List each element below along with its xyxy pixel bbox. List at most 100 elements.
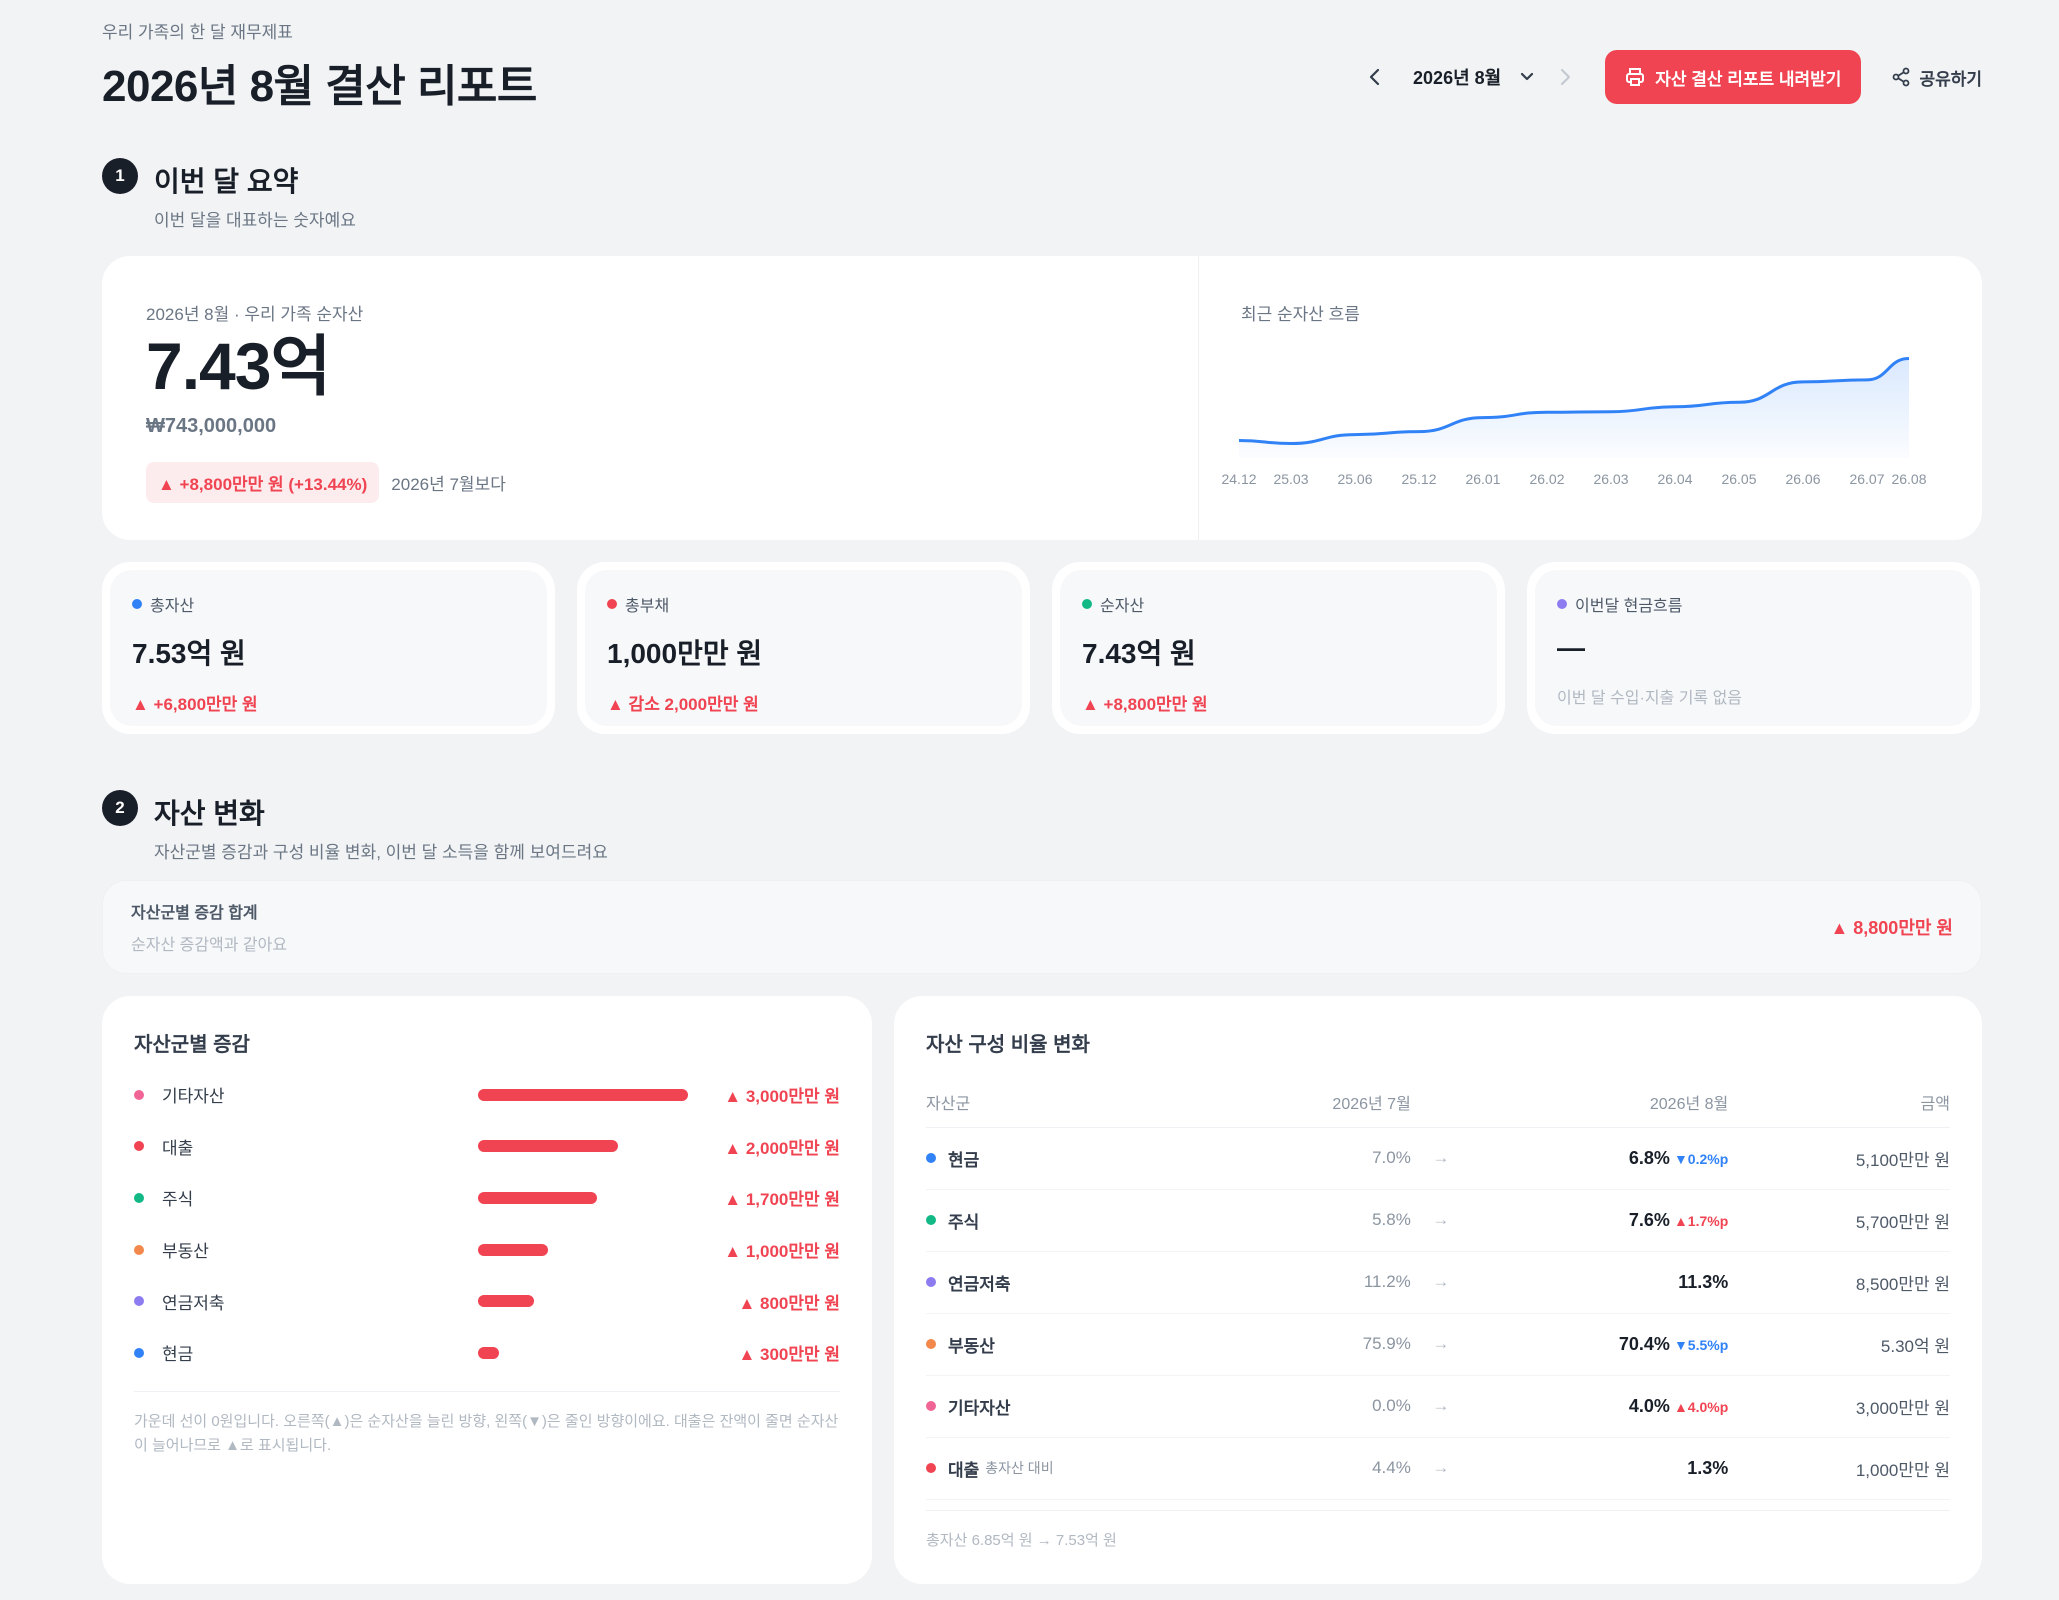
asset-class-label: 대출 <box>162 1138 194 1158</box>
x-tick-label: 26.01 <box>1465 471 1500 487</box>
sparkline-area <box>1239 358 1909 458</box>
kpi-total-liabilities: 총부채 1,000만만 원 ▲ 감소 2,000만만 원 <box>577 562 1030 734</box>
current-ratio: 11.3% <box>1678 1271 1729 1292</box>
kpi-value: 1,000만만 원 <box>607 638 763 669</box>
table-row: 기타자산 0.0% → 4.0% ▲4.0%p 3,000만만 원 <box>926 1375 1950 1438</box>
net-worth-value: 7.43억 <box>146 329 331 403</box>
asset-delta-card: 자산군별 증감 기타자산 ▲ 3,000만만 원 대출 ▲ 2,000만만 원 주식 ▲ … <box>102 996 872 1584</box>
column-header: 금액 <box>1728 1077 1950 1128</box>
legend-dot <box>1557 599 1567 609</box>
column-header: 자산군 <box>926 1077 1227 1128</box>
legend-dot <box>926 1277 936 1287</box>
list-item: 기타자산 ▲ 3,000만만 원 <box>134 1069 840 1121</box>
prev-month-button[interactable] <box>1357 59 1393 95</box>
legend-dot <box>926 1339 936 1349</box>
list-item: 부동산 ▲ 1,000만만 원 <box>134 1224 840 1276</box>
asset-class-label: 기타자산 <box>162 1087 225 1107</box>
x-tick-label: 24.12 <box>1221 471 1256 487</box>
delta-value: ▲ 300만만 원 <box>738 1345 840 1365</box>
delta-value: ▲ 800만만 원 <box>738 1293 840 1313</box>
month-select-label: 2026년 8월 <box>1413 68 1502 88</box>
net-worth-sparkline: 24.12 25.03 25.06 25.12 26.01 26.02 26.03 26.04… <box>1221 356 1927 487</box>
delta-bar-track <box>478 1346 688 1359</box>
share-icon <box>1893 67 1910 87</box>
asset-ratio-card: 자산 구성 비율 변화 자산군 2026년 7월 2026년 8월 금액 현금 7… <box>894 996 1982 1584</box>
delta-total-bar: 자산군별 증감 합계 순자산 증감액과 같아요 ▲ 8,800만만 원 <box>102 880 1982 974</box>
section-number: 2 <box>102 790 138 826</box>
kpi-value: 7.53억 원 <box>132 638 246 669</box>
delta-bar-track <box>478 1140 688 1153</box>
prev-ratio: 75.9% <box>1226 1313 1411 1376</box>
x-tick-label: 26.04 <box>1657 471 1692 487</box>
asset-class-label: 연금저축 <box>162 1293 225 1313</box>
asset-class-label: 현금 <box>162 1345 194 1365</box>
table-header-row: 자산군 2026년 7월 2026년 8월 금액 <box>926 1077 1950 1128</box>
section-summary-heading: 1 이번 달 요약 이번 달을 대표하는 숫자예요 <box>102 158 1982 238</box>
chevron-down-icon <box>1521 72 1534 81</box>
prev-ratio: 0.0% <box>1226 1375 1411 1438</box>
share-label: 공유하기 <box>1919 69 1982 89</box>
summary-card: 2026년 8월 · 우리 가족 순자산 7.43억 ₩743,000,000 … <box>102 256 1982 540</box>
x-tick-label: 26.06 <box>1785 471 1820 487</box>
month-select[interactable]: 2026년 8월 <box>1393 64 1535 90</box>
legend-dot <box>134 1296 144 1307</box>
table-row: 현금 7.0% → 6.8% ▼0.2%p 5,100만만 원 <box>926 1127 1950 1190</box>
delta-value: ▲ 1,700만만 원 <box>724 1190 840 1210</box>
share-button[interactable]: 공유하기 <box>1891 65 1982 90</box>
arrow-right-icon: → <box>1410 1375 1471 1438</box>
x-tick-label: 26.03 <box>1593 471 1628 487</box>
delta-bar <box>478 1140 619 1153</box>
page-header: 우리 가족의 한 달 재무제표 2026년 8월 결산 리포트 2026년 8월… <box>102 0 1982 140</box>
legend-dot <box>132 599 142 609</box>
asset-amount: 5,100만만 원 <box>1728 1127 1950 1190</box>
kpi-empty-note: 이번 달 수입·지출 기록 없음 <box>1557 690 1743 707</box>
legend-dot <box>926 1153 936 1163</box>
legend-dot <box>1082 599 1092 609</box>
delta-total-value: ▲ 8,800만만 원 <box>1830 918 1953 938</box>
section-title: 이번 달 요약 <box>154 166 299 197</box>
delta-bar-track <box>478 1088 688 1101</box>
current-ratio: 1.3% <box>1687 1457 1729 1478</box>
column-header: 2026년 8월 <box>1470 1077 1729 1128</box>
section-asset-change-heading: 2 자산 변화 자산군별 증감과 구성 비율 변화, 이번 달 소득을 함께 보… <box>102 790 1982 870</box>
kpi-row: 총자산 7.53억 원 ▲ +6,800만만 원 총부채 1,000만만 원 ▲… <box>102 562 1982 734</box>
legend-dot <box>134 1141 144 1152</box>
kpi-label: 총부채 <box>625 598 670 615</box>
legend-dot <box>134 1089 144 1100</box>
asset-class-label: 부동산 <box>948 1336 995 1356</box>
delta-total-title: 자산군별 증감 합계 <box>131 905 258 922</box>
asset-amount: 3,000만만 원 <box>1728 1375 1950 1438</box>
next-month-button[interactable] <box>1547 59 1583 95</box>
kpi-label: 순자산 <box>1100 598 1145 615</box>
legend-dot <box>134 1347 144 1358</box>
sparkline-title: 최근 순자산 흐름 <box>1241 305 1360 324</box>
section-number: 1 <box>102 158 138 194</box>
delta-bar-track <box>478 1191 688 1204</box>
delta-bar-track <box>478 1295 688 1308</box>
net-worth-won: ₩743,000,000 <box>146 415 277 437</box>
prev-ratio: 11.2% <box>1226 1251 1411 1314</box>
arrow-right-icon: → <box>1410 1313 1471 1376</box>
asset-delta-list: 기타자산 ▲ 3,000만만 원 대출 ▲ 2,000만만 원 주식 ▲ 1,700만만 … <box>134 1069 840 1379</box>
ratio-change: ▼0.2%p <box>1673 1150 1729 1167</box>
ratio-change: ▲4.0%p <box>1673 1398 1729 1415</box>
list-item: 현금 ▲ 300만만 원 <box>134 1327 840 1379</box>
prev-ratio: 4.4% <box>1226 1437 1411 1500</box>
delta-bar <box>478 1243 548 1256</box>
legend-dot <box>134 1192 144 1203</box>
asset-ratio-footer: 총자산 6.85억 원 → 7.53억 원 <box>926 1510 1950 1550</box>
x-tick-label: 26.07 <box>1849 471 1884 487</box>
card-title: 자산군별 증감 <box>134 1034 250 1056</box>
x-tick-label: 25.06 <box>1337 471 1372 487</box>
download-report-button[interactable]: 자산 결산 리포트 내려받기 <box>1605 50 1862 104</box>
kpi-delta: ▲ 감소 2,000만만 원 <box>607 695 759 714</box>
legend-dot <box>926 1215 936 1225</box>
download-report-label: 자산 결산 리포트 내려받기 <box>1655 69 1842 89</box>
asset-class-label: 연금저축 <box>948 1274 1011 1294</box>
arrow-right-icon: → <box>1410 1251 1471 1314</box>
arrow-right-icon: → <box>1410 1437 1471 1500</box>
kpi-value: 7.43억 원 <box>1082 638 1196 669</box>
net-worth-change-badge: ▲ +8,800만만 원 (+13.44%) <box>146 462 380 503</box>
delta-bar-track <box>478 1243 688 1256</box>
net-worth-panel: 2026년 8월 · 우리 가족 순자산 7.43억 ₩743,000,000 … <box>102 256 1199 540</box>
